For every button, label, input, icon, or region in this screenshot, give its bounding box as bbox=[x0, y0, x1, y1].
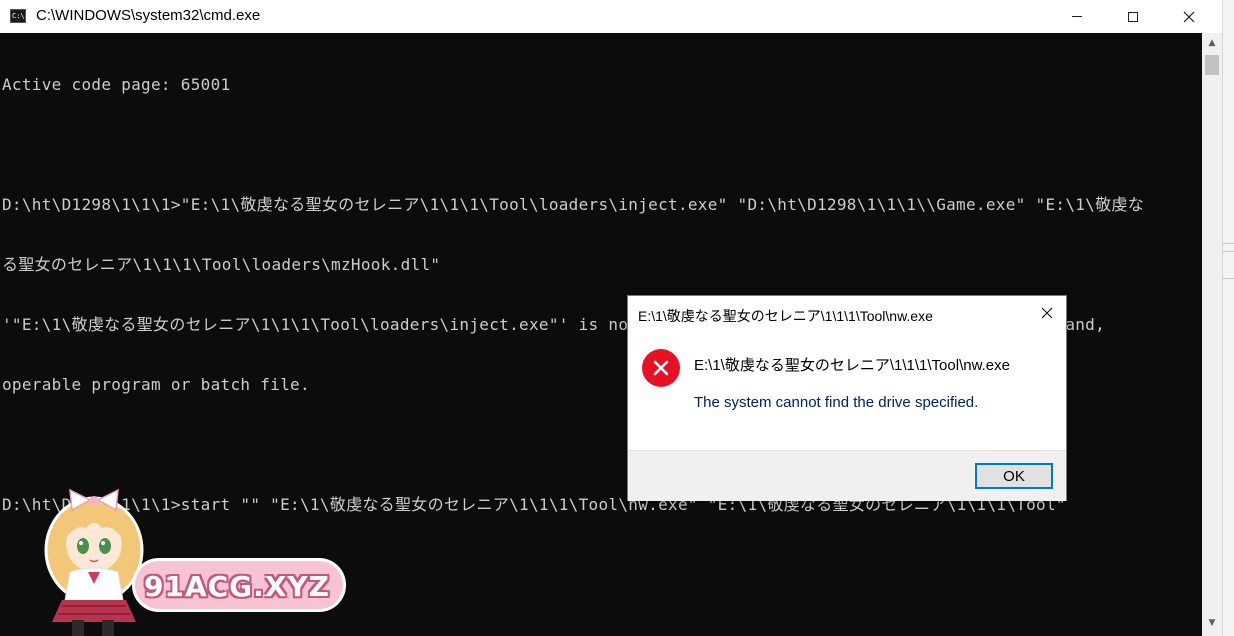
close-icon bbox=[1041, 307, 1053, 319]
scroll-down-icon[interactable]: ▼ bbox=[1202, 615, 1222, 632]
close-button[interactable] bbox=[1166, 0, 1212, 33]
background-divider bbox=[1222, 251, 1234, 252]
vertical-scrollbar[interactable]: ▲ ▼ bbox=[1202, 33, 1222, 636]
console-line: D:\ht\D1298\1\1\1>"E:\1\敬虔なる聖女のセレニア\1\1\… bbox=[2, 195, 1145, 214]
console-line: る聖女のセレニア\1\1\1\Tool\loaders\mzHook.dll" bbox=[2, 255, 441, 274]
dialog-path-text: E:\1\敬虔なる聖女のセレニア\1\1\1\Tool\nw.exe bbox=[694, 357, 1010, 374]
cmd-icon: C:\ bbox=[10, 9, 26, 23]
scrollbar-thumb[interactable] bbox=[1205, 55, 1219, 75]
error-icon bbox=[642, 349, 680, 387]
error-dialog[interactable]: E:\1\敬虔なる聖女のセレニア\1\1\1\Tool\nw.exe E:\1\… bbox=[627, 295, 1067, 501]
title-bar[interactable]: C:\ C:\WINDOWS\system32\cmd.exe bbox=[0, 0, 1222, 33]
close-icon bbox=[1183, 11, 1195, 22]
dialog-message: The system cannot find the drive specifi… bbox=[694, 394, 979, 411]
dialog-title: E:\1\敬虔なる聖女のセレニア\1\1\1\Tool\nw.exe bbox=[638, 308, 933, 324]
window-title: C:\WINDOWS\system32\cmd.exe bbox=[36, 7, 261, 24]
maximize-button[interactable] bbox=[1110, 0, 1156, 33]
watermark-text: 91ACG.XYZ bbox=[144, 570, 330, 603]
background-divider bbox=[1222, 243, 1234, 244]
ok-button[interactable]: OK bbox=[975, 463, 1053, 489]
dialog-footer: OK bbox=[628, 450, 1066, 501]
minimize-icon bbox=[1072, 16, 1082, 17]
background-divider bbox=[1222, 278, 1234, 279]
dialog-close-button[interactable] bbox=[1032, 300, 1062, 326]
maximize-icon bbox=[1128, 11, 1138, 22]
minimize-button[interactable] bbox=[1054, 0, 1100, 33]
background-window-strip bbox=[1222, 0, 1234, 636]
console-line: Active code page: 65001 bbox=[2, 75, 231, 94]
watermark: 91ACG.XYZ bbox=[32, 488, 348, 636]
scroll-up-icon[interactable]: ▲ bbox=[1202, 35, 1222, 52]
